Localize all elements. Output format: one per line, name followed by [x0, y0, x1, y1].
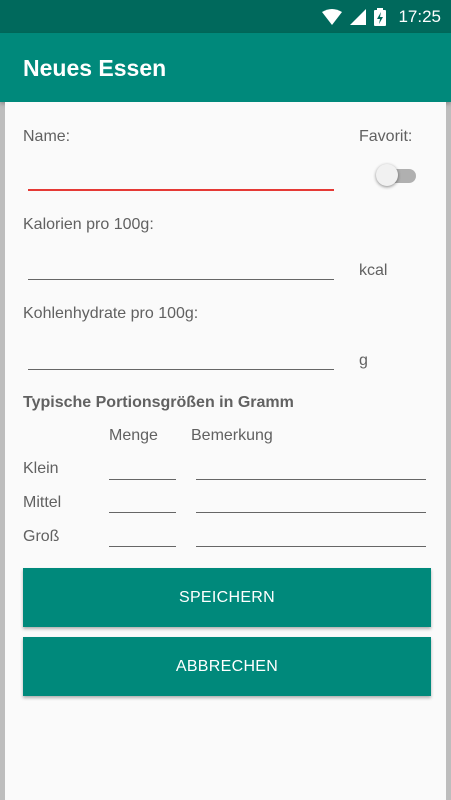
large-note-field[interactable]: [196, 525, 426, 547]
app-bar: Neues Essen: [0, 33, 451, 102]
calories-unit: kcal: [359, 262, 388, 279]
battery-charging-icon: [374, 8, 387, 26]
row-label-small: Klein: [23, 460, 59, 477]
page-title: Neues Essen: [23, 55, 167, 81]
name-field[interactable]: [28, 169, 334, 191]
new-food-form: Name: Favorit: Kalorien pro 100g: kcal K…: [5, 102, 446, 800]
save-button[interactable]: SPEICHERN: [23, 568, 431, 627]
medium-note-field[interactable]: [196, 491, 426, 513]
calories-label: Kalorien pro 100g:: [23, 216, 154, 233]
favorite-label: Favorit:: [359, 128, 413, 145]
favorite-toggle[interactable]: [376, 163, 420, 187]
calories-field[interactable]: [28, 258, 334, 280]
column-header-amount: Menge: [109, 427, 158, 444]
carbs-unit: g: [359, 352, 368, 369]
status-icons: 17:25: [322, 6, 441, 28]
cancel-button[interactable]: ABBRECHEN: [23, 637, 431, 696]
status-time: 17:25: [398, 7, 441, 26]
cellular-signal-icon: [350, 9, 367, 25]
medium-amount-field[interactable]: [109, 491, 176, 513]
wifi-icon: [322, 9, 343, 25]
column-header-note: Bemerkung: [191, 427, 273, 444]
portions-heading: Typische Portionsgrößen in Gramm: [23, 394, 294, 411]
row-label-large: Groß: [23, 528, 60, 545]
small-note-field[interactable]: [196, 458, 426, 480]
name-label: Name:: [23, 128, 71, 145]
small-amount-field[interactable]: [109, 458, 176, 480]
row-label-medium: Mittel: [23, 494, 62, 511]
carbs-label: Kohlenhydrate pro 100g:: [23, 305, 199, 322]
carbs-field[interactable]: [28, 348, 334, 370]
large-amount-field[interactable]: [109, 525, 176, 547]
status-bar: 17:25: [0, 0, 451, 33]
toggle-thumb: [376, 164, 398, 186]
